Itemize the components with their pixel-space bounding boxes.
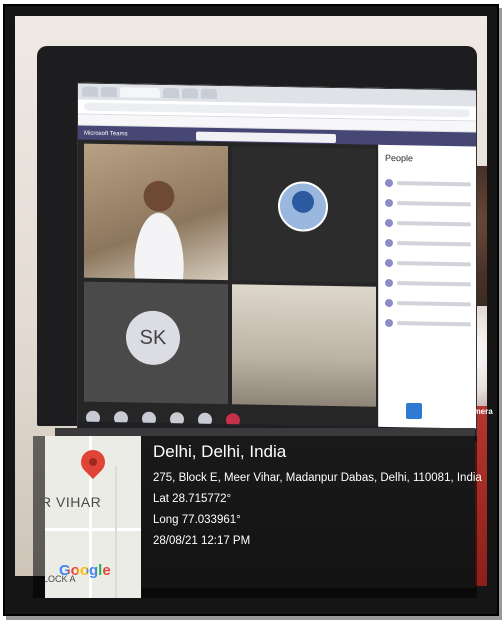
people-row[interactable] xyxy=(385,255,471,273)
geotag-info: Delhi, Delhi, India 275, Block E, Meer V… xyxy=(153,442,482,556)
people-row[interactable] xyxy=(385,195,471,213)
teams-search-input[interactable] xyxy=(195,131,336,143)
browser-tab[interactable] xyxy=(101,86,117,98)
gps-camera-tag: GPS Map Camera xyxy=(405,402,493,420)
gps-camera-icon xyxy=(405,402,423,420)
google-logo: Google xyxy=(59,562,111,579)
people-panel-title: People xyxy=(385,152,414,164)
people-row[interactable] xyxy=(385,235,471,253)
location-pin-icon xyxy=(76,445,110,479)
browser-tab[interactable] xyxy=(163,88,179,99)
people-row[interactable] xyxy=(385,315,471,333)
video-tile-avatar xyxy=(232,146,376,283)
browser-tab[interactable] xyxy=(201,88,217,99)
people-row[interactable] xyxy=(385,295,471,313)
people-row[interactable] xyxy=(385,215,471,233)
map-road xyxy=(45,528,141,531)
laptop-screen: Microsoft Teams SK People xyxy=(77,82,477,442)
participant-initials: SK xyxy=(126,310,180,366)
video-tile-initials: SK xyxy=(84,281,228,405)
location-longitude: Long 77.033961° xyxy=(153,514,241,526)
people-row[interactable] xyxy=(385,175,471,193)
location-latitude: Lat 28.715772° xyxy=(153,493,232,505)
photo-frame: Microsoft Teams SK People GPS Map Camera… xyxy=(3,4,499,616)
laptop-lid: Microsoft Teams SK People xyxy=(37,46,477,442)
location-city: Delhi, Delhi, India xyxy=(153,442,287,461)
app-title: Microsoft Teams xyxy=(84,130,128,138)
participant-avatar-photo xyxy=(278,181,328,232)
browser-tab[interactable] xyxy=(182,88,198,99)
people-row[interactable] xyxy=(385,275,471,293)
map-area-label: R VIHAR xyxy=(45,494,102,510)
location-address: 275, Block E, Meer Vihar, Madanpur Dabas… xyxy=(153,472,482,484)
participant-man xyxy=(116,172,202,280)
browser-tab[interactable] xyxy=(82,86,98,97)
mini-map: R VIHAR LOCK A Google xyxy=(45,436,141,598)
people-panel: People xyxy=(378,144,477,441)
geotag-overlay: R VIHAR LOCK A Google Delhi, Delhi, Indi… xyxy=(33,436,482,598)
location-datetime: 28/08/21 12:17 PM xyxy=(153,535,251,547)
browser-tab-active[interactable] xyxy=(120,87,160,98)
video-call-grid: SK xyxy=(78,139,378,439)
video-tile-woman xyxy=(232,284,376,407)
video-tile-man xyxy=(84,143,228,281)
map-road xyxy=(115,466,117,598)
gps-camera-label: GPS Map Camera xyxy=(426,406,493,416)
